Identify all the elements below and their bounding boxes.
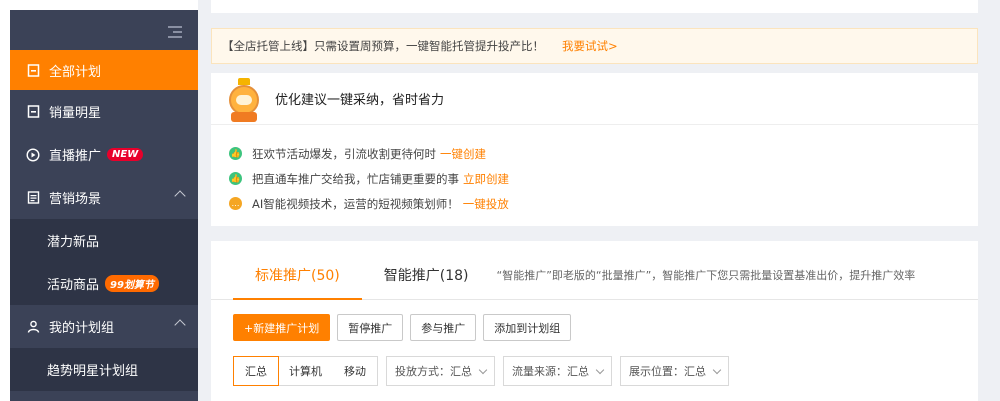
plan-tabs: 标准推广(50) 智能推广(18) “智能推广”即老版的“批量推广”，智能推广下… [211, 241, 978, 300]
tip-deploy-link[interactable]: 一键投放 [463, 196, 509, 212]
sidebar: 全部计划 销量明星 直播推广 NEW 营销场景 潜力新品 活动商品 99划算节 … [10, 10, 198, 401]
delivery-method-dropdown[interactable]: 投放方式：汇总 [386, 356, 495, 386]
sidebar-item-my-plan-groups[interactable]: 我的计划组 [10, 305, 198, 348]
sidebar-subitem-label: 趋势明星计划组 [47, 364, 139, 379]
sidebar-item-label: 销量明星 [49, 106, 102, 121]
tab-description: “智能推广”即老版的“批量推广”，智能推广下您只需批量设置基准出价，提升推广效率 [496, 269, 916, 282]
tip-create-link[interactable]: 立即创建 [463, 171, 509, 187]
join-promotion-button[interactable]: 参与推广 [410, 314, 477, 341]
sidebar-header [10, 10, 198, 50]
suggestion-tip: 👍 把直通车推广交给我，忙店铺更重要的事 立即创建 [211, 166, 978, 191]
sidebar-item-live-promotion[interactable]: 直播推广 NEW [10, 133, 198, 176]
action-toolbar: +新建推广计划 暂停推广 参与推广 添加到计划组 [233, 314, 572, 341]
add-to-group-button[interactable]: 添加到计划组 [483, 314, 572, 341]
sidebar-subitem-potential-new[interactable]: 潜力新品 [10, 219, 198, 262]
play-circle-icon [26, 147, 40, 162]
sidebar-item-label: 我的计划组 [49, 321, 115, 336]
bookmark-icon [26, 105, 40, 119]
sidebar-subitem-label: 潜力新品 [47, 235, 100, 250]
sidebar-subitem-activity-products[interactable]: 活动商品 99划算节 [10, 262, 198, 305]
chevron-down-icon [595, 365, 605, 374]
suggestion-header: 优化建议一键采纳，省时省力 [211, 73, 978, 125]
dropdown-value: 投放方式：汇总 [395, 365, 472, 378]
tab-smart-promotion[interactable]: 智能推广(18) [362, 265, 491, 299]
notice-text: 【全店托管上线】只需设置周预算，一键智能托管提升投产比！ [222, 39, 544, 53]
thumbs-up-icon: 👍 [229, 147, 242, 160]
segment-summary[interactable]: 汇总 [233, 356, 279, 386]
plan-list-card: 标准推广(50) 智能推广(18) “智能推广”即老版的“批量推广”，智能推广下… [211, 241, 978, 401]
sidebar-subitem-trend-star-group[interactable]: 趋势明星计划组 [10, 348, 198, 391]
notice-banner: 【全店托管上线】只需设置周预算，一键智能托管提升投产比！ 我要试试> [211, 28, 978, 64]
new-plan-button[interactable]: +新建推广计划 [233, 314, 331, 341]
top-strip [211, 0, 978, 13]
new-badge: NEW [107, 148, 144, 161]
sidebar-item-label: 全部计划 [49, 64, 102, 80]
device-segment: 汇总 计算机 移动 [233, 356, 378, 386]
sidebar-item-label: 营销场景 [49, 192, 102, 207]
segment-mobile[interactable]: 移动 [333, 357, 377, 385]
suggestion-card: 优化建议一键采纳，省时省力 👍 狂欢节活动爆发，引流收割更待何时 一键创建 👍 … [211, 73, 978, 226]
notice-try-link[interactable]: 我要试试> [562, 38, 618, 54]
tip-text: 狂欢节活动爆发，引流收割更待何时 [252, 146, 436, 161]
thumbs-up-icon: 👍 [229, 172, 242, 185]
collapse-menu-icon[interactable] [168, 26, 182, 38]
document-icon [26, 191, 40, 205]
dropdown-value: 展示位置：汇总 [629, 365, 706, 378]
sidebar-item-all-plans[interactable]: 全部计划 [10, 50, 198, 90]
dropdown-value: 流量来源：汇总 [512, 365, 589, 378]
display-position-dropdown[interactable]: 展示位置：汇总 [620, 356, 729, 386]
sidebar-item-label: 直播推广 [49, 149, 102, 164]
mascot-icon [227, 77, 261, 124]
chevron-down-icon [712, 365, 722, 374]
suggestion-tip: … AI智能视频技术，运营的短视频策划师！ 一键投放 [211, 191, 978, 216]
sidebar-item-marketing-scenes[interactable]: 营销场景 [10, 176, 198, 219]
chevron-up-icon [174, 190, 186, 202]
tab-standard-promotion[interactable]: 标准推广(50) [233, 265, 362, 300]
promo-badge: 99划算节 [105, 275, 159, 292]
suggestion-tips: 👍 狂欢节活动爆发，引流收割更待何时 一键创建 👍 把直通车推广交给我，忙店铺更… [211, 125, 978, 216]
bookmark-icon [26, 63, 40, 77]
tip-create-link[interactable]: 一键创建 [440, 146, 486, 162]
chat-icon: … [229, 197, 242, 210]
chevron-down-icon [478, 365, 488, 374]
sidebar-item-sales-star[interactable]: 销量明星 [10, 90, 198, 133]
sidebar-subitem-label: 活动商品 [47, 278, 100, 293]
pause-button[interactable]: 暂停推广 [337, 314, 404, 341]
suggestion-title: 优化建议一键采纳，省时省力 [275, 93, 445, 108]
suggestion-tip: 👍 狂欢节活动爆发，引流收割更待何时 一键创建 [211, 141, 978, 166]
chevron-up-icon [174, 319, 186, 331]
main-content: 【全店托管上线】只需设置周预算，一键智能托管提升投产比！ 我要试试> 优化建议一… [198, 0, 1000, 401]
filter-row: 汇总 计算机 移动 投放方式：汇总 流量来源：汇总 展示位置：汇总 [233, 356, 729, 386]
user-icon [26, 320, 40, 334]
traffic-source-dropdown[interactable]: 流量来源：汇总 [503, 356, 612, 386]
tip-text: AI智能视频技术，运营的短视频策划师！ [252, 196, 459, 211]
segment-computer[interactable]: 计算机 [278, 357, 333, 385]
tip-text: 把直通车推广交给我，忙店铺更重要的事 [252, 171, 459, 186]
